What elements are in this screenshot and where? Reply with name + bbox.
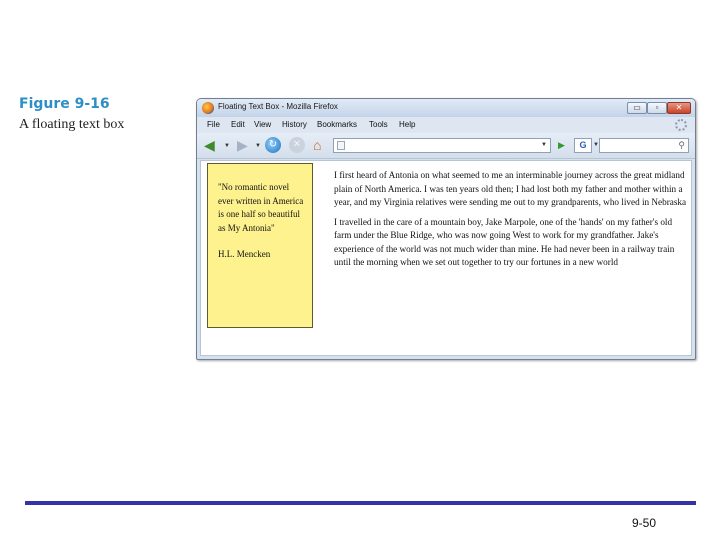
home-icon[interactable]: ⌂ — [313, 137, 321, 153]
page-number: 9-50 — [632, 516, 657, 530]
figure-label: Figure 9-16 — [19, 96, 110, 112]
back-history-dropdown-icon[interactable]: ▼ — [224, 143, 230, 149]
page-content: "No romantic novel ever written in Ameri… — [200, 160, 692, 356]
page-icon — [337, 141, 345, 150]
footer-rule — [25, 501, 696, 505]
menu-view[interactable]: View — [254, 120, 271, 129]
menu-help[interactable]: Help — [399, 120, 415, 129]
sidebar-author: H.L. Mencken — [218, 249, 271, 259]
search-input[interactable]: ⚲ — [599, 138, 689, 153]
floating-text-box: "No romantic novel ever written in Ameri… — [207, 163, 313, 328]
menu-bar: File Edit View History Bookmarks Tools H… — [197, 117, 695, 133]
menu-history[interactable]: History — [282, 120, 307, 129]
window-title: Floating Text Box - Mozilla Firefox — [218, 102, 338, 111]
stop-icon[interactable]: ✕ — [289, 137, 305, 153]
menu-tools[interactable]: Tools — [369, 120, 388, 129]
paragraph: I first heard of Antonia on what seemed … — [334, 170, 687, 207]
maximize-button[interactable]: ▫ — [647, 102, 667, 114]
address-dropdown-icon[interactable]: ▼ — [541, 142, 547, 148]
browser-window: Floating Text Box - Mozilla Firefox ▭ ▫ … — [196, 98, 696, 360]
reload-icon[interactable]: ↻ — [265, 137, 281, 153]
back-arrow-icon[interactable]: ◀ — [204, 138, 215, 152]
figure-caption: A floating text box — [19, 117, 125, 132]
title-bar[interactable]: Floating Text Box - Mozilla Firefox ▭ ▫ … — [197, 99, 695, 117]
throbber-icon — [675, 119, 687, 131]
search-engine-icon[interactable]: G — [574, 138, 592, 153]
close-button[interactable]: ✕ — [667, 102, 691, 114]
forward-history-dropdown-icon[interactable]: ▼ — [255, 143, 261, 149]
firefox-icon — [202, 102, 214, 114]
main-text: I first heard of Antonia on what seemed … — [334, 169, 690, 270]
forward-arrow-icon[interactable]: ▶ — [237, 138, 248, 152]
navigation-toolbar: ◀ ▼ ▶ ▼ ↻ ✕ ⌂ ▼ ▶ G ▼ ⚲ — [197, 133, 695, 159]
go-arrow-icon[interactable]: ▶ — [558, 140, 565, 151]
minimize-button[interactable]: ▭ — [627, 102, 647, 114]
magnifier-icon[interactable]: ⚲ — [678, 140, 685, 151]
menu-edit[interactable]: Edit — [231, 120, 245, 129]
sidebar-quote: "No romantic novel ever written in Ameri… — [218, 182, 304, 233]
address-bar[interactable]: ▼ — [333, 138, 551, 153]
menu-bookmarks[interactable]: Bookmarks — [317, 120, 357, 129]
menu-file[interactable]: File — [207, 120, 220, 129]
paragraph: I travelled in the care of a mountain bo… — [334, 216, 675, 268]
